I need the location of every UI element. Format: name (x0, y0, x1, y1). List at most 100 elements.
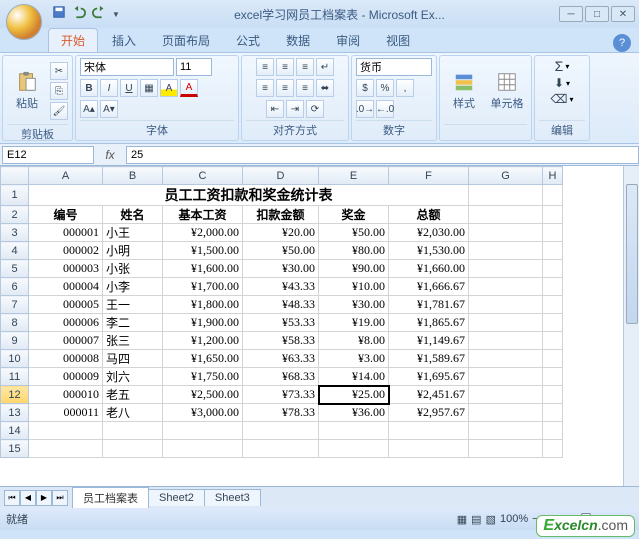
cell-F12[interactable]: ¥2,451.67 (389, 386, 469, 404)
office-button[interactable] (6, 4, 42, 40)
cell-E9[interactable]: ¥8.00 (319, 332, 389, 350)
cell-B5[interactable]: 小张 (103, 260, 163, 278)
row-header-13[interactable]: 13 (1, 404, 29, 422)
row-header-7[interactable]: 7 (1, 296, 29, 314)
cell-C11[interactable]: ¥1,750.00 (163, 368, 243, 386)
cell-A9[interactable]: 000007 (29, 332, 103, 350)
format-painter-button[interactable]: 🖌 (50, 102, 68, 120)
col-header-B[interactable]: B (103, 167, 163, 185)
sheet-nav-first[interactable]: ⏮ (4, 490, 20, 506)
empty-cell[interactable] (543, 422, 563, 440)
redo-icon[interactable] (92, 5, 106, 24)
spreadsheet-grid[interactable]: ABCDEFGH1员工工资扣款和奖金统计表2编号姓名基本工资扣款金额奖金总额30… (0, 166, 639, 486)
sheet-tab-2[interactable]: Sheet3 (204, 489, 261, 506)
italic-button[interactable]: I (100, 79, 118, 97)
cell-E11[interactable]: ¥14.00 (319, 368, 389, 386)
header-3[interactable]: 扣款金额 (243, 206, 319, 224)
cell-C10[interactable]: ¥1,650.00 (163, 350, 243, 368)
col-header-E[interactable]: E (319, 167, 389, 185)
view-normal-icon[interactable]: ▦ (457, 513, 467, 526)
cell-C12[interactable]: ¥2,500.00 (163, 386, 243, 404)
empty-cell[interactable] (319, 422, 389, 440)
cell-E6[interactable]: ¥10.00 (319, 278, 389, 296)
col-header-D[interactable]: D (243, 167, 319, 185)
cell-F7[interactable]: ¥1,781.67 (389, 296, 469, 314)
row-header-3[interactable]: 3 (1, 224, 29, 242)
empty-cell[interactable] (103, 440, 163, 458)
cell-D6[interactable]: ¥43.33 (243, 278, 319, 296)
tab-data[interactable]: 数据 (274, 29, 322, 52)
col-header-C[interactable]: C (163, 167, 243, 185)
empty-cell[interactable] (389, 440, 469, 458)
underline-button[interactable]: U (120, 79, 138, 97)
row-header-15[interactable]: 15 (1, 440, 29, 458)
sheet-tab-0[interactable]: 员工档案表 (72, 487, 149, 508)
empty-cell[interactable] (163, 422, 243, 440)
fill-color-button[interactable]: A (160, 79, 178, 97)
cell-B3[interactable]: 小王 (103, 224, 163, 242)
font-size-select[interactable]: 11 (176, 58, 212, 76)
cell-F9[interactable]: ¥1,149.67 (389, 332, 469, 350)
increase-decimal-button[interactable]: .0→ (356, 100, 374, 118)
clear-icon[interactable]: ⌫ (551, 92, 568, 106)
cell-C13[interactable]: ¥3,000.00 (163, 404, 243, 422)
shrink-font-button[interactable]: A▾ (100, 100, 118, 118)
sheet-nav-prev[interactable]: ◀ (20, 490, 36, 506)
tab-insert[interactable]: 插入 (100, 29, 148, 52)
col-header-F[interactable]: F (389, 167, 469, 185)
align-center-button[interactable]: ≡ (276, 79, 294, 97)
empty-cell[interactable] (389, 422, 469, 440)
row-header-12[interactable]: 12 (1, 386, 29, 404)
formula-input[interactable] (126, 146, 639, 164)
maximize-button[interactable]: □ (585, 6, 609, 22)
cell-F8[interactable]: ¥1,865.67 (389, 314, 469, 332)
cell-A3[interactable]: 000001 (29, 224, 103, 242)
font-name-select[interactable]: 宋体 (80, 58, 174, 76)
paste-button[interactable]: 粘贴 (7, 58, 47, 124)
save-icon[interactable] (52, 5, 66, 24)
row-header-1[interactable]: 1 (1, 185, 29, 206)
merge-button[interactable]: ⬌ (316, 79, 334, 97)
fx-button[interactable]: fx (100, 148, 120, 162)
cell-C9[interactable]: ¥1,200.00 (163, 332, 243, 350)
empty-cell[interactable] (319, 440, 389, 458)
cell-C3[interactable]: ¥2,000.00 (163, 224, 243, 242)
decrease-indent-button[interactable]: ⇤ (266, 100, 284, 118)
align-middle-button[interactable]: ≡ (276, 58, 294, 76)
cell-F3[interactable]: ¥2,030.00 (389, 224, 469, 242)
row-header-6[interactable]: 6 (1, 278, 29, 296)
increase-indent-button[interactable]: ⇥ (286, 100, 304, 118)
cell-C8[interactable]: ¥1,900.00 (163, 314, 243, 332)
cell-B13[interactable]: 老八 (103, 404, 163, 422)
empty-cell[interactable] (163, 440, 243, 458)
cell-D12[interactable]: ¥73.33 (243, 386, 319, 404)
cell-F13[interactable]: ¥2,957.67 (389, 404, 469, 422)
row-header-4[interactable]: 4 (1, 242, 29, 260)
align-right-button[interactable]: ≡ (296, 79, 314, 97)
currency-button[interactable]: $ (356, 79, 374, 97)
cell-D9[interactable]: ¥58.33 (243, 332, 319, 350)
qat-dropdown-icon[interactable]: ▼ (112, 10, 120, 19)
percent-button[interactable]: % (376, 79, 394, 97)
align-bottom-button[interactable]: ≡ (296, 58, 314, 76)
wrap-text-button[interactable]: ↵ (316, 58, 334, 76)
cell-D11[interactable]: ¥68.33 (243, 368, 319, 386)
help-button[interactable]: ? (613, 34, 631, 52)
row-header-5[interactable]: 5 (1, 260, 29, 278)
cell-E7[interactable]: ¥30.00 (319, 296, 389, 314)
bold-button[interactable]: B (80, 79, 98, 97)
row-header-8[interactable]: 8 (1, 314, 29, 332)
grow-font-button[interactable]: A▴ (80, 100, 98, 118)
vertical-scrollbar[interactable] (623, 166, 639, 486)
empty-cell[interactable] (29, 422, 103, 440)
empty-cell[interactable] (469, 422, 543, 440)
cell-D4[interactable]: ¥50.00 (243, 242, 319, 260)
zoom-level[interactable]: 100% (500, 513, 528, 525)
cells-button[interactable]: 单元格 (487, 58, 527, 124)
empty-cell[interactable] (29, 440, 103, 458)
cell-C7[interactable]: ¥1,800.00 (163, 296, 243, 314)
empty-cell[interactable] (243, 422, 319, 440)
tab-view[interactable]: 视图 (374, 29, 422, 52)
cell-D5[interactable]: ¥30.00 (243, 260, 319, 278)
decrease-decimal-button[interactable]: ←.0 (376, 100, 394, 118)
